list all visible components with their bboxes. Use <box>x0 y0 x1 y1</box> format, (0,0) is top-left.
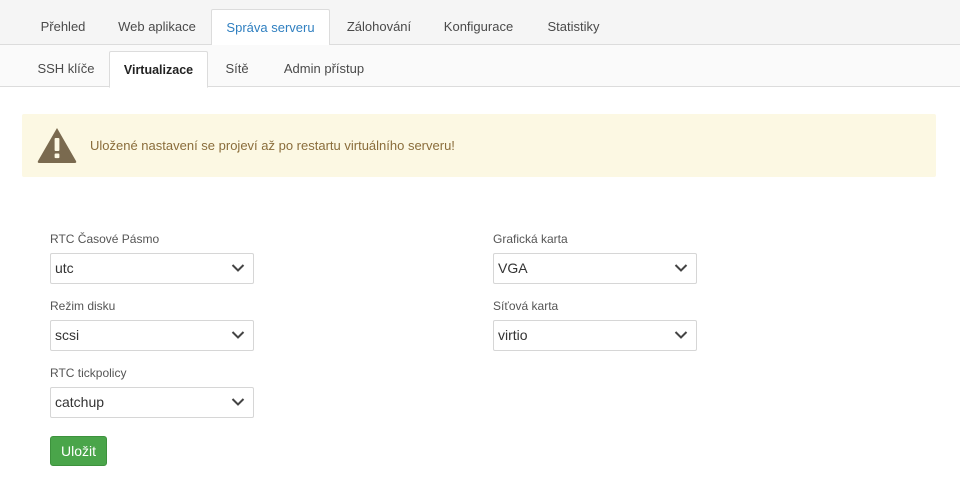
graphics-card-select[interactable]: VGA <box>493 253 697 284</box>
warning-alert: Uložené nastavení se projeví až po resta… <box>22 114 936 177</box>
tab-virtualizace[interactable]: Virtualizace <box>109 51 208 88</box>
graphics-card-value: VGA <box>498 260 528 276</box>
chevron-down-icon <box>674 264 688 272</box>
sub-tab-bar: SSH klíče Virtualizace Sítě Admin přístu… <box>0 45 960 88</box>
main-tab-bar: Přehled Web aplikace Správa serveru Zálo… <box>0 0 960 46</box>
graphics-card-label: Grafická karta <box>493 232 568 246</box>
network-card-label: Síťová karta <box>493 299 559 313</box>
disk-mode-select[interactable]: scsi <box>50 320 254 351</box>
tab-web-aplikace[interactable]: Web aplikace <box>106 9 208 45</box>
warning-triangle-icon <box>37 128 77 163</box>
network-card-select[interactable]: virtio <box>493 320 697 351</box>
rtc-tickpolicy-select[interactable]: catchup <box>50 387 254 418</box>
tab-prehled[interactable]: Přehled <box>26 9 100 45</box>
network-card-value: virtio <box>498 327 528 343</box>
chevron-down-icon <box>231 331 245 339</box>
chevron-down-icon <box>231 398 245 406</box>
disk-mode-label: Režim disku <box>50 299 116 313</box>
rtc-timezone-value: utc <box>55 260 74 276</box>
rtc-tickpolicy-value: catchup <box>55 394 105 410</box>
rtc-timezone-select[interactable]: utc <box>50 253 254 284</box>
tab-statistiky[interactable]: Statistiky <box>534 9 613 45</box>
tab-ssh-klice[interactable]: SSH klíče <box>26 51 106 87</box>
save-button[interactable]: Uložit <box>50 436 107 466</box>
rtc-tickpolicy-label: RTC tickpolicy <box>50 366 127 380</box>
tab-konfigurace[interactable]: Konfigurace <box>430 9 527 45</box>
alert-message: Uložené nastavení se projeví až po resta… <box>90 138 455 153</box>
disk-mode-value: scsi <box>55 327 80 343</box>
rtc-timezone-label: RTC Časové Pásmo <box>50 232 160 246</box>
tab-zalohovani[interactable]: Zálohování <box>334 9 424 45</box>
chevron-down-icon <box>674 331 688 339</box>
chevron-down-icon <box>231 264 245 272</box>
tab-admin-pristup[interactable]: Admin přístup <box>270 51 378 87</box>
tab-sprava-serveru[interactable]: Správa serveru <box>211 9 330 46</box>
tab-site[interactable]: Sítě <box>213 51 261 87</box>
